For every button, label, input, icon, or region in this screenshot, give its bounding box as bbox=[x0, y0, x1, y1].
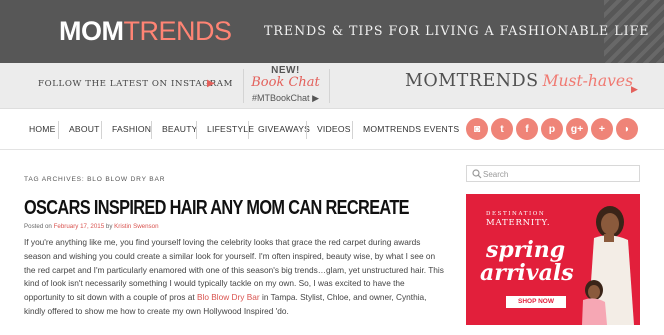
musthaves-sub: Must-haves bbox=[542, 72, 634, 90]
promo-divider bbox=[329, 69, 330, 103]
site-logo[interactable]: MOMTRENDS bbox=[59, 14, 232, 48]
instagram-promo[interactable]: FOLLOW THE LATEST ON INSTAGRAM ▶ bbox=[0, 63, 243, 109]
add-icon[interactable]: + bbox=[591, 118, 613, 140]
book-chat-title: Book Chat bbox=[251, 75, 320, 90]
nav-divider bbox=[101, 121, 102, 139]
post-title[interactable]: OSCARS INSPIRED HAIR ANY MOM CAN RECREAT… bbox=[24, 197, 410, 220]
nav-item-giveaways[interactable]: GIVEAWAYS bbox=[258, 124, 310, 134]
nav-item-momtrends-events[interactable]: MOMTRENDS EVENTS bbox=[363, 124, 459, 134]
main-nav: HOME ABOUT FASHION BEAUTY LIFESTYLE GIVE… bbox=[0, 110, 664, 150]
logo-trends: TRENDS bbox=[123, 16, 232, 46]
sidebar-ad[interactable]: DESTINATION MATERNITY. spring arrivals S… bbox=[466, 194, 640, 325]
instagram-promo-label: FOLLOW THE LATEST ON INSTAGRAM bbox=[38, 79, 233, 89]
nav-item-fashion[interactable]: FASHION bbox=[112, 124, 151, 134]
nav-item-beauty[interactable]: BEAUTY bbox=[162, 124, 198, 134]
post-date-link[interactable]: February 17, 2015 bbox=[54, 223, 105, 230]
post-body: If you're anything like me, you find you… bbox=[24, 236, 448, 319]
nav-divider bbox=[58, 121, 59, 139]
facebook-icon[interactable]: f bbox=[516, 118, 538, 140]
arrow-right-icon: ▶ bbox=[312, 93, 319, 103]
tag-archive-heading: TAG ARCHIVES: BLO BLOW DRY BAR bbox=[24, 176, 166, 183]
musthaves-main: MOMTRENDS bbox=[405, 71, 539, 91]
book-chat-promo[interactable]: NEW! Book Chat #MTBookChat ▶ bbox=[243, 63, 328, 109]
nav-item-about[interactable]: ABOUT bbox=[69, 124, 100, 134]
sidebar-search[interactable] bbox=[466, 165, 640, 182]
meta-by: by bbox=[104, 223, 115, 230]
logo-mom: MOM bbox=[59, 16, 124, 46]
ad-model-image bbox=[582, 206, 634, 325]
search-input[interactable] bbox=[483, 168, 633, 180]
google-plus-icon[interactable]: g+ bbox=[566, 118, 588, 140]
search-icon bbox=[472, 169, 482, 179]
ad-brand-line1: DESTINATION bbox=[486, 211, 546, 217]
meta-prefix: Posted on bbox=[24, 223, 54, 230]
musthaves-promo[interactable]: MOMTRENDS Must-haves ▶ bbox=[405, 71, 638, 94]
promo-band: FOLLOW THE LATEST ON INSTAGRAM ▶ NEW! Bo… bbox=[0, 63, 664, 109]
nav-divider bbox=[352, 121, 353, 139]
ad-brand-line2: MATERNITY. bbox=[486, 218, 551, 228]
site-tagline: TRENDS & TIPS FOR LIVING A FASHIONABLE L… bbox=[264, 23, 650, 38]
nav-item-home[interactable]: HOME bbox=[29, 124, 56, 134]
rss-icon[interactable]: ◗ bbox=[616, 118, 638, 140]
nav-divider bbox=[151, 121, 152, 139]
post-author-link[interactable]: Kristin Swenson bbox=[114, 223, 158, 230]
site-header: MOMTRENDS TRENDS & TIPS FOR LIVING A FAS… bbox=[0, 0, 664, 63]
arrow-right-icon: ▶ bbox=[631, 84, 638, 94]
ad-headline-arrivals: arrivals bbox=[480, 260, 574, 286]
pinterest-icon[interactable]: p bbox=[541, 118, 563, 140]
book-chat-hashtag: #MTBookChat ▶ bbox=[252, 93, 319, 103]
nav-divider bbox=[196, 121, 197, 139]
shop-now-button[interactable]: SHOP NOW bbox=[506, 296, 566, 308]
twitter-icon[interactable]: t bbox=[491, 118, 513, 140]
post-meta: Posted on February 17, 2015 by Kristin S… bbox=[24, 223, 159, 230]
instagram-icon[interactable]: ◙ bbox=[466, 118, 488, 140]
nav-item-videos[interactable]: VIDEOS bbox=[317, 124, 351, 134]
arrow-right-icon: ▶ bbox=[207, 78, 215, 89]
nav-divider bbox=[248, 121, 249, 139]
blo-blow-dry-bar-link[interactable]: Blo Blow Dry Bar bbox=[197, 292, 260, 302]
nav-divider bbox=[306, 121, 307, 139]
